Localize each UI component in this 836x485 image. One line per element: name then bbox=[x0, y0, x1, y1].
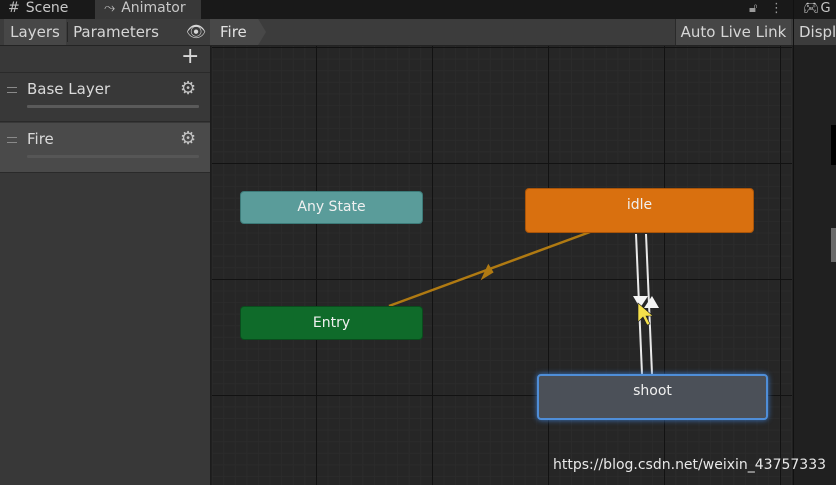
tab-game-label: G bbox=[820, 1, 831, 16]
animator-toolbar: Layers Parameters 👁︎ Fire Auto Live Link bbox=[0, 19, 793, 46]
gear-icon[interactable]: ⚙ bbox=[180, 78, 196, 99]
layer-name: Fire bbox=[27, 130, 54, 148]
tab-animator[interactable]: ⤳ Animator bbox=[95, 0, 201, 19]
layers-tab-button[interactable]: Layers bbox=[4, 19, 66, 45]
display-dropdown[interactable]: Displ bbox=[794, 19, 836, 45]
layer-item-base-layer[interactable]: Base Layer ⚙ bbox=[0, 72, 210, 122]
tab-animator-label: Animator bbox=[121, 0, 186, 16]
state-label: shoot bbox=[633, 383, 672, 399]
layer-weight-bar bbox=[27, 155, 199, 158]
state-entry[interactable]: Entry bbox=[240, 306, 423, 340]
auto-live-link-button[interactable]: Auto Live Link bbox=[675, 19, 791, 45]
grid-icon: # bbox=[8, 0, 20, 16]
add-layer-icon[interactable]: + bbox=[181, 46, 199, 68]
watermark-text: https://blog.csdn.net/weixin_43757333 bbox=[553, 457, 827, 473]
breadcrumb-fire: Fire bbox=[220, 23, 247, 41]
layers-panel: + Base Layer ⚙ Fire ⚙ bbox=[0, 46, 211, 485]
breadcrumb[interactable]: Fire bbox=[210, 19, 266, 45]
state-label: Any State bbox=[297, 199, 366, 215]
tab-scene[interactable]: # Scene bbox=[8, 0, 68, 19]
eye-icon[interactable]: 👁︎ bbox=[184, 19, 208, 45]
state-shoot[interactable]: shoot bbox=[537, 374, 768, 420]
state-any-state[interactable]: Any State bbox=[240, 191, 423, 224]
layer-name: Base Layer bbox=[27, 80, 111, 98]
gamepad-icon: 🎮︎ bbox=[803, 1, 820, 16]
animator-icon: ⤳ bbox=[104, 0, 116, 16]
state-idle[interactable]: idle bbox=[525, 188, 754, 233]
tab-scene-label: Scene bbox=[25, 0, 69, 16]
more-options-icon[interactable]: ⋮ bbox=[770, 1, 783, 16]
layer-weight-bar bbox=[27, 105, 199, 108]
window-tab-bar: # Scene ⤳ Animator 🔓︎ ⋮ bbox=[0, 0, 836, 19]
lock-icon[interactable]: 🔓︎ bbox=[749, 1, 757, 16]
layer-item-fire[interactable]: Fire ⚙ bbox=[0, 123, 210, 173]
right-panel-edge: 🎮︎G Displ bbox=[793, 0, 836, 485]
game-view-fragment bbox=[831, 125, 836, 165]
state-label: idle bbox=[626, 197, 653, 213]
parameters-tab-button[interactable]: Parameters bbox=[68, 19, 164, 45]
drag-handle-icon[interactable] bbox=[7, 137, 17, 143]
gear-icon[interactable]: ⚙ bbox=[180, 128, 196, 149]
tab-game[interactable]: 🎮︎G bbox=[794, 0, 836, 19]
state-label: Entry bbox=[312, 315, 351, 331]
drag-handle-icon[interactable] bbox=[7, 87, 17, 93]
game-view-fragment bbox=[831, 228, 836, 262]
animator-graph[interactable]: Any State Entry idle shoot bbox=[212, 46, 792, 485]
